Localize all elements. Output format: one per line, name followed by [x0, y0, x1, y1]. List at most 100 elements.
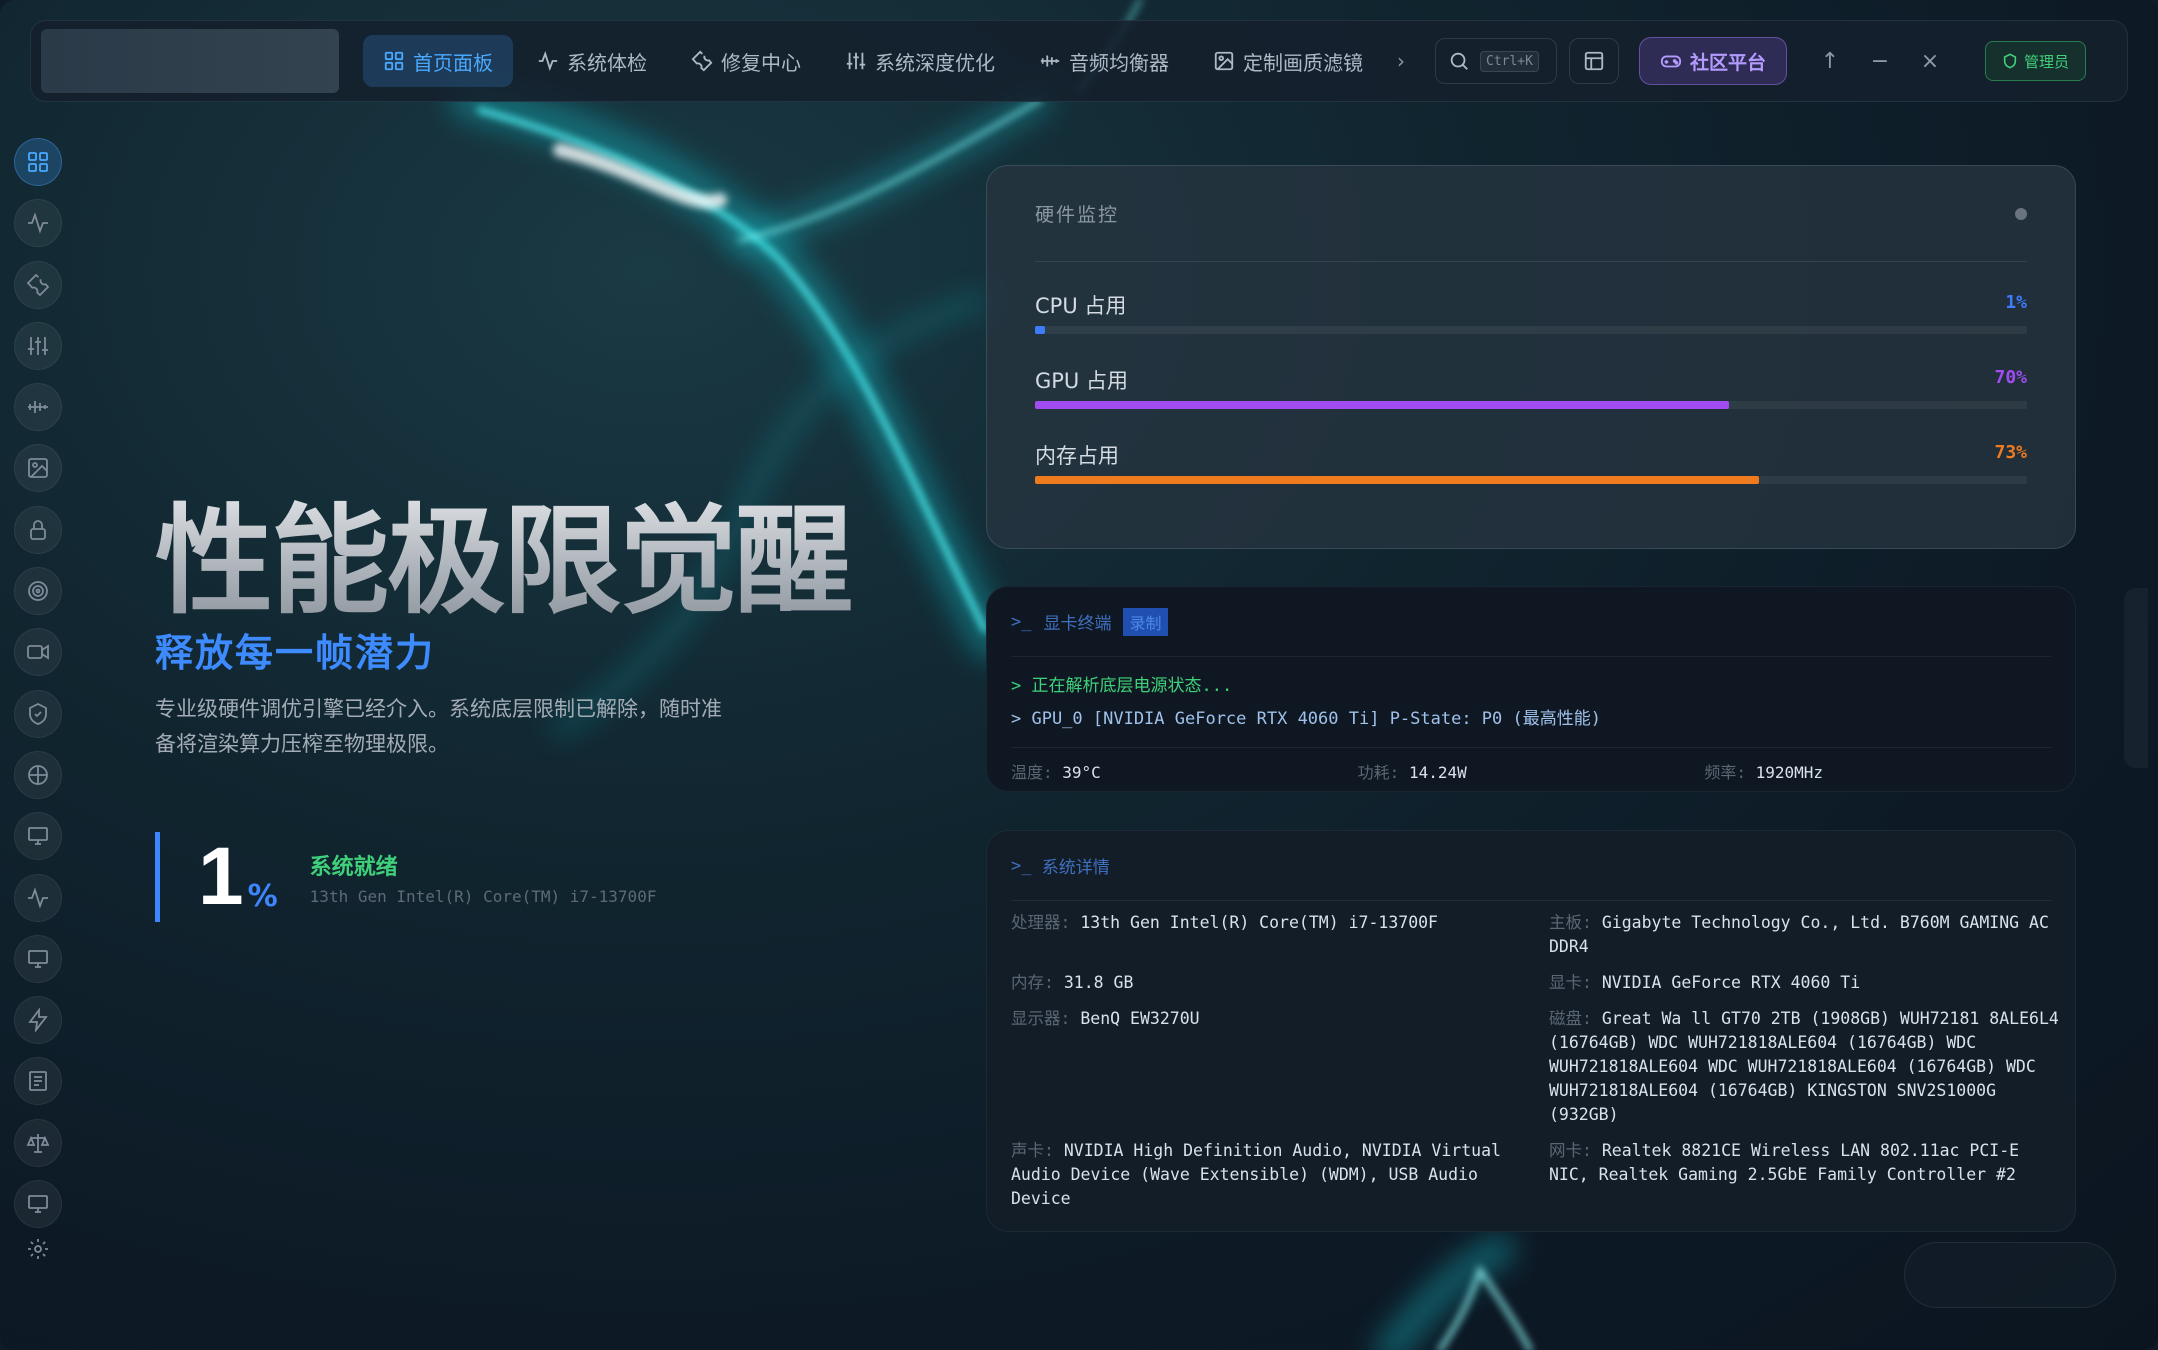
wrench-icon	[691, 50, 713, 72]
detail-value: Realtek 8821CE Wireless LAN 802.11ac PCI…	[1549, 1141, 2020, 1184]
tabs-more-chevron-icon[interactable]: ›	[1387, 49, 1415, 73]
sidebar-item-list[interactable]	[14, 1057, 62, 1106]
gpu-terminal-panel: >_ 显卡终端 录制 > 正在解析底层电源状态... > GPU_0 [NVID…	[986, 586, 2076, 792]
detail-key: 处理器:	[1011, 913, 1071, 932]
tab-system-check[interactable]: 系统体检	[517, 35, 667, 87]
sidebar-item-image[interactable]	[14, 444, 62, 493]
detail-key: 磁盘:	[1549, 1009, 1592, 1028]
sidebar-item-wrench[interactable]	[14, 260, 62, 309]
detail-value: 31.8 GB	[1063, 973, 1134, 992]
meter-value: 1%	[2005, 292, 2027, 313]
grid-icon	[384, 51, 404, 71]
sidebar-item-pulse[interactable]	[14, 199, 62, 248]
sidebar-item-monitor[interactable]	[14, 812, 62, 861]
tab-label: 修复中心	[721, 50, 801, 75]
sidebar-item-camera[interactable]	[14, 628, 62, 677]
tab-deep-optimize[interactable]: 系统深度优化	[825, 35, 1015, 87]
disk-detail: 磁盘: Great Wa ll GT70 2TB (1908GB) WUH721…	[1549, 1007, 2059, 1127]
sidebar-item-sliders[interactable]	[14, 321, 62, 370]
meter-value: 70%	[1994, 367, 2027, 388]
detail-value: 13th Gen Intel(R) Core(TM) i7-13700F	[1080, 913, 1438, 932]
nav-tabs: 首页面板 系统体检 修复中心 系统深度优化 音频均衡器 定制画质滤镜 ›	[363, 21, 1415, 101]
sidebar-item-shield[interactable]	[14, 689, 62, 738]
community-platform-button[interactable]: 社区平台	[1639, 37, 1788, 85]
image-icon	[28, 458, 48, 479]
sliders-icon	[28, 336, 48, 355]
sidebar-item-monitor[interactable]	[14, 1180, 62, 1229]
floating-action-pill[interactable]	[1904, 1242, 2116, 1308]
sidebar-item-scale[interactable]	[14, 1118, 62, 1167]
image-icon	[1214, 51, 1234, 71]
gpu-frequency: 频率: 1920MHz	[1704, 759, 2051, 783]
layout-toggle-button[interactable]	[1569, 38, 1619, 84]
gpu-stats-row: 温度: 39°C 功耗: 14.24W 频率: 1920MHz	[1011, 747, 2051, 793]
hardware-monitor-title: 硬件监控	[1035, 204, 1120, 226]
hero-title: 性能极限觉醒	[155, 465, 853, 636]
detail-key: 显示器:	[1011, 1009, 1071, 1028]
scroll-top-button[interactable]: ↑	[1805, 38, 1855, 84]
record-badge[interactable]: 录制	[1123, 607, 1168, 636]
network-detail: 网卡: Realtek 8821CE Wireless LAN 802.11ac…	[1549, 1139, 2059, 1187]
stat-key: 功耗:	[1357, 762, 1400, 782]
status-dot-icon	[2015, 207, 2027, 220]
cpu-detail: 处理器: 13th Gen Intel(R) Core(TM) i7-13700…	[1011, 911, 1521, 935]
tab-label: 定制画质滤镜	[1243, 50, 1363, 75]
meter-track	[1035, 476, 2027, 484]
gpu-terminal-header: >_ 显卡终端 录制	[1011, 587, 2051, 657]
motherboard-detail: 主板: Gigabyte Technology Co., Ltd. B760M …	[1549, 911, 2059, 959]
audio-detail: 声卡: NVIDIA High Definition Audio, NVIDIA…	[1011, 1139, 1521, 1211]
search-button[interactable]: Ctrl+K	[1435, 38, 1557, 84]
sidebar-item-target[interactable]	[14, 567, 62, 616]
minimize-button[interactable]: −	[1855, 38, 1905, 84]
tab-repair-center[interactable]: 修复中心	[671, 35, 821, 87]
app-logo-placeholder	[41, 29, 339, 93]
sidebar-item-pulse[interactable]	[14, 873, 62, 922]
gpu-temperature: 温度: 39°C	[1011, 759, 1358, 783]
monitor-icon	[28, 1195, 48, 1213]
sidebar-item-monitor[interactable]	[14, 934, 62, 983]
gear-icon	[28, 1239, 48, 1260]
stat-value: 39°C	[1062, 762, 1101, 782]
memory-meter: 内存占用 73%	[1035, 412, 2027, 487]
tab-custom-filter[interactable]: 定制画质滤镜	[1193, 35, 1383, 87]
list-icon	[29, 1071, 47, 1092]
detail-key: 声卡:	[1011, 1141, 1054, 1160]
gpu-detail: 显卡: NVIDIA GeForce RTX 4060 Ti	[1549, 971, 2059, 995]
stat-key: 频率:	[1704, 762, 1746, 782]
gpu-power: 功耗: 14.24W	[1358, 759, 1705, 783]
meter-label: CPU 占用	[1035, 294, 1127, 318]
detail-value: Gigabyte Technology Co., Ltd. B760M GAMI…	[1549, 913, 2049, 956]
admin-badge[interactable]: 管理员	[1985, 41, 2087, 81]
memory-detail: 内存: 31.8 GB	[1011, 971, 1521, 995]
tab-audio-equalizer[interactable]: 音频均衡器	[1019, 35, 1189, 87]
sidebar-item-bolt[interactable]	[14, 996, 62, 1045]
cpu-usage-unit: %	[247, 879, 278, 914]
gpu-terminal-title: 显卡终端	[1043, 614, 1112, 634]
gamepad-icon	[1660, 55, 1682, 68]
hardware-monitor-panel: 硬件监控 CPU 占用 1% GPU 占用 70% 内存占用 73%	[986, 165, 2076, 549]
sidebar	[8, 138, 64, 1287]
globe-icon	[28, 765, 48, 785]
meter-fill	[1035, 326, 1045, 334]
sidebar-item-equalizer[interactable]	[14, 383, 62, 432]
sidebar-item-grid[interactable]	[14, 138, 62, 186]
lock-icon	[30, 519, 46, 540]
shield-icon	[29, 702, 47, 725]
system-details-header: >_ 系统详情	[1011, 831, 2051, 901]
meter-label: 内存占用	[1035, 444, 1119, 468]
close-button[interactable]: ×	[1905, 38, 1955, 84]
wrench-icon	[26, 273, 50, 296]
meter-label: GPU 占用	[1035, 369, 1128, 393]
target-icon	[28, 581, 48, 601]
hardware-monitor-header: 硬件监控	[1035, 166, 2027, 262]
sidebar-item-globe[interactable]	[14, 750, 62, 799]
grid-icon	[28, 152, 48, 172]
search-shortcut: Ctrl+K	[1480, 50, 1539, 72]
sidebar-item-gear[interactable]	[14, 1225, 62, 1273]
side-drawer-handle[interactable]	[2124, 588, 2148, 768]
tab-dashboard[interactable]: 首页面板	[363, 35, 513, 87]
pulse-icon	[538, 50, 558, 72]
shield-icon	[2003, 53, 2017, 69]
sidebar-item-lock[interactable]	[14, 505, 62, 554]
terminal-prompt-icon: >_	[1011, 855, 1032, 876]
